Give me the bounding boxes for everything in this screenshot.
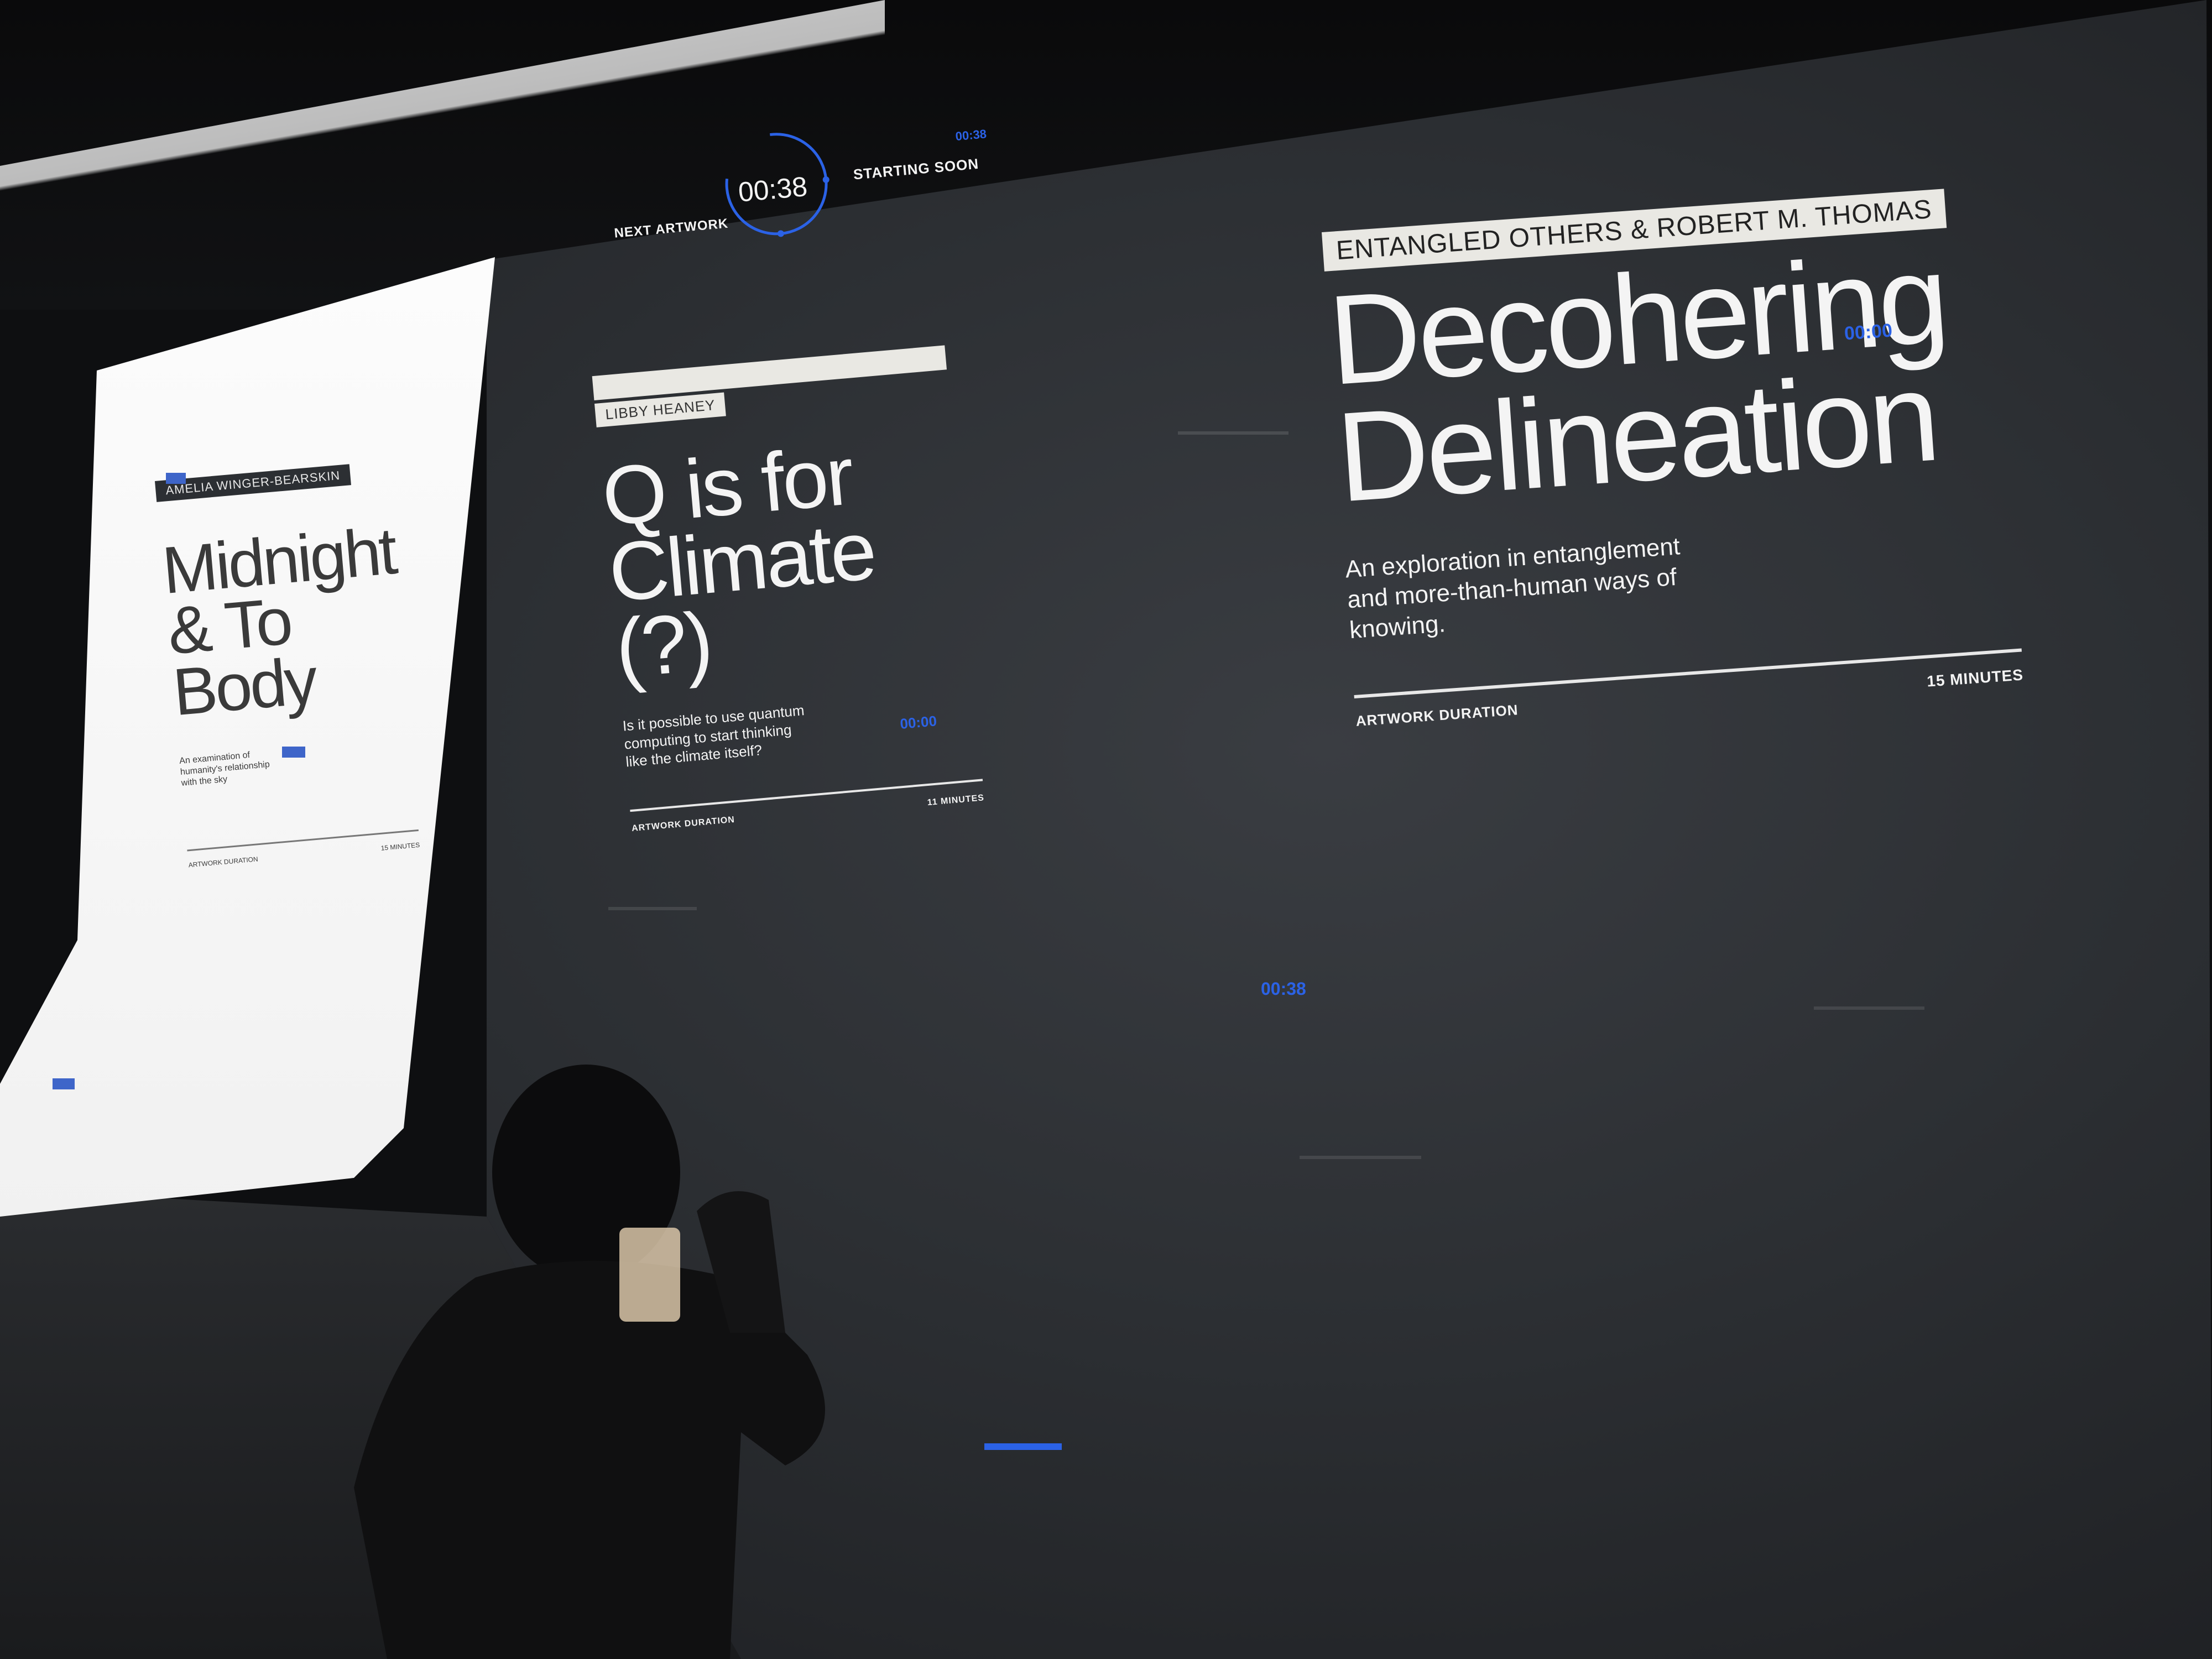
middle-artwork-title: Q is for Climate (?) — [598, 428, 972, 695]
left-blue-marker-3 — [53, 1078, 75, 1089]
left-artwork-panel: AMELIA WINGER-BEARSKIN Midnight & To Bod… — [155, 461, 420, 869]
middle-description: Is it possible to use quantum computing … — [622, 702, 805, 770]
left-artwork-title: Midnight & To Body — [159, 514, 407, 730]
floor-blue-marker — [984, 1443, 1062, 1450]
right-timecode: 00:00 — [1843, 320, 1893, 345]
left-blue-marker-1 — [166, 473, 186, 484]
right-artwork-title: Decohering Delineation — [1324, 227, 2009, 528]
countdown-time: 00:38 — [737, 171, 809, 208]
ghost-mark-3 — [1814, 1006, 1924, 1010]
starting-soon-label: STARTING SOON — [852, 155, 980, 183]
ghost-mark-2 — [608, 907, 697, 910]
left-description: An examination of humanity's relationshi… — [179, 750, 270, 789]
left-blue-marker-2 — [282, 747, 305, 758]
left-title-line2: & To Body — [164, 584, 319, 730]
middle-title-line2: Climate (?) — [605, 503, 878, 695]
middle-artwork-panel: LIBBY HEANEY Q is for Climate (?) Is it … — [592, 345, 985, 833]
ghost-mark-4 — [1300, 1156, 1421, 1159]
floating-timecode: 00:38 — [1261, 979, 1306, 999]
middle-timecode: 00:00 — [899, 712, 938, 732]
right-artwork-panel: ENTANGLED OTHERS & ROBERT M. THOMAS Deco… — [1322, 186, 2024, 731]
ghost-mark-1 — [1178, 431, 1288, 435]
right-description: An exploration in entanglement and more-… — [1344, 533, 1681, 644]
next-artwork-label: NEXT ARTWORK — [613, 216, 729, 241]
timer-small-timecode: 00:38 — [954, 127, 987, 144]
viewer-silhouette — [354, 1065, 825, 1659]
